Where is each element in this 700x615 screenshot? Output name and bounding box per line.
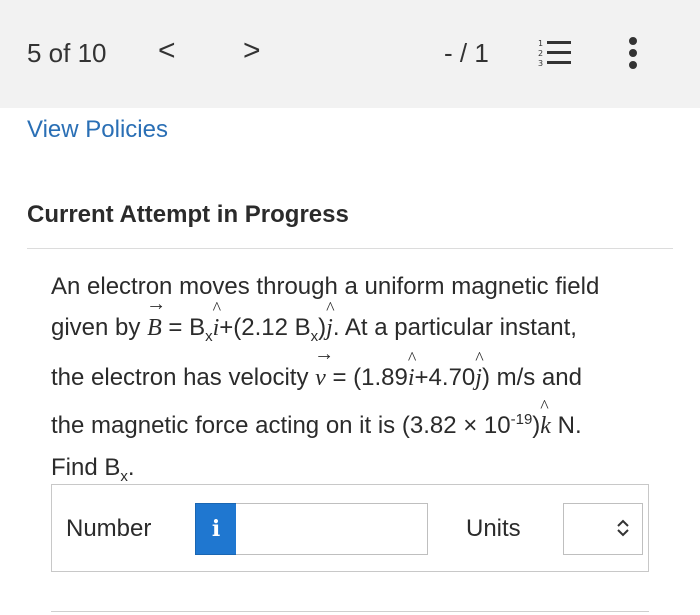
numbered-list-icon[interactable]: 1 2 3: [538, 38, 572, 68]
question-text: An electron moves through a uniform magn…: [51, 266, 661, 497]
number-input[interactable]: [236, 503, 428, 555]
question-position: 5 of 10: [27, 38, 107, 68]
footer-divider: [51, 611, 649, 612]
view-policies-link[interactable]: View Policies: [27, 116, 168, 144]
divider: [27, 248, 673, 249]
question-content: View Policies Current Attempt in Progres…: [0, 108, 700, 615]
attempt-heading: Current Attempt in Progress: [27, 201, 349, 228]
up-down-chevron-icon: [617, 519, 629, 537]
svg-text:1: 1: [538, 39, 543, 48]
units-select[interactable]: [563, 503, 643, 555]
svg-text:3: 3: [538, 59, 543, 68]
question-line-1: An electron moves through a uniform magn…: [51, 273, 600, 300]
previous-question-button[interactable]: <: [158, 36, 176, 66]
next-question-button[interactable]: >: [243, 36, 261, 66]
question-line-2: given by B = Bxi+(2.12 Bx)j. At a partic…: [51, 284, 661, 357]
top-bar: 5 of 10 < > - / 1 1 2 3: [0, 0, 700, 108]
answer-box: Number i Units: [51, 484, 649, 572]
score-indicator: - / 1: [444, 38, 489, 68]
number-label: Number: [66, 515, 152, 542]
units-label: Units: [466, 515, 521, 542]
more-vertical-icon[interactable]: [628, 36, 638, 70]
question-line-4: the magnetic force acting on it is (3.82…: [51, 386, 661, 447]
svg-text:2: 2: [538, 49, 543, 58]
question-line-3: the electron has velocity v = (1.89i+4.7…: [51, 334, 661, 399]
info-button[interactable]: i: [195, 503, 237, 555]
